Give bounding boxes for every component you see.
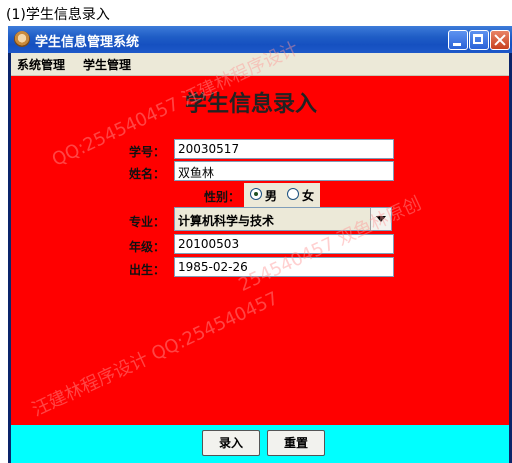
grade-label: 年级： xyxy=(129,240,166,254)
grade-field[interactable]: 20100503 xyxy=(174,234,394,254)
minimize-button[interactable] xyxy=(448,30,468,50)
form-panel: 学生信息录入 学号： 20030517 姓名： 双鱼林 性别： 男 女 专业： … xyxy=(11,76,509,425)
app-icon xyxy=(14,31,30,47)
menu-student-management[interactable]: 学生管理 xyxy=(83,56,131,73)
major-label: 专业： xyxy=(129,215,166,229)
major-selected-value: 计算机科学与技术 xyxy=(178,214,275,228)
student-id-label: 学号： xyxy=(129,145,166,159)
form-title: 学生信息录入 xyxy=(184,92,317,117)
gender-female-label[interactable]: 女 xyxy=(302,187,314,204)
maximize-button[interactable] xyxy=(469,30,489,50)
student-id-field[interactable]: 20030517 xyxy=(174,139,394,159)
menu-bar: 系统管理 学生管理 xyxy=(11,53,509,76)
birth-label: 出生： xyxy=(129,263,166,277)
major-select[interactable]: 计算机科学与技术 xyxy=(174,207,392,231)
gender-male-label[interactable]: 男 xyxy=(265,187,277,204)
close-button[interactable] xyxy=(490,30,510,50)
submit-button[interactable]: 录入 xyxy=(202,430,260,456)
name-label: 姓名： xyxy=(129,167,166,181)
chevron-down-icon[interactable] xyxy=(370,208,391,230)
gender-group: 男 女 xyxy=(244,183,320,207)
button-bar: 录入 重置 xyxy=(11,425,509,463)
birth-field[interactable]: 1985-02-26 xyxy=(174,257,394,277)
gender-male-radio[interactable] xyxy=(250,188,262,200)
gender-label: 性别： xyxy=(204,190,241,204)
reset-button[interactable]: 重置 xyxy=(267,430,325,456)
name-field[interactable]: 双鱼林 xyxy=(174,161,394,181)
caption: (1)学生信息录入 xyxy=(6,7,110,23)
menu-system-management[interactable]: 系统管理 xyxy=(17,56,65,73)
window-title: 学生信息管理系统 xyxy=(35,35,140,50)
title-bar: 学生信息管理系统 xyxy=(8,26,512,53)
app-window: 学生信息管理系统 系统管理 学生管理 学生信息录入 学号： 20030517 姓… xyxy=(8,26,512,463)
gender-female-radio[interactable] xyxy=(287,188,299,200)
